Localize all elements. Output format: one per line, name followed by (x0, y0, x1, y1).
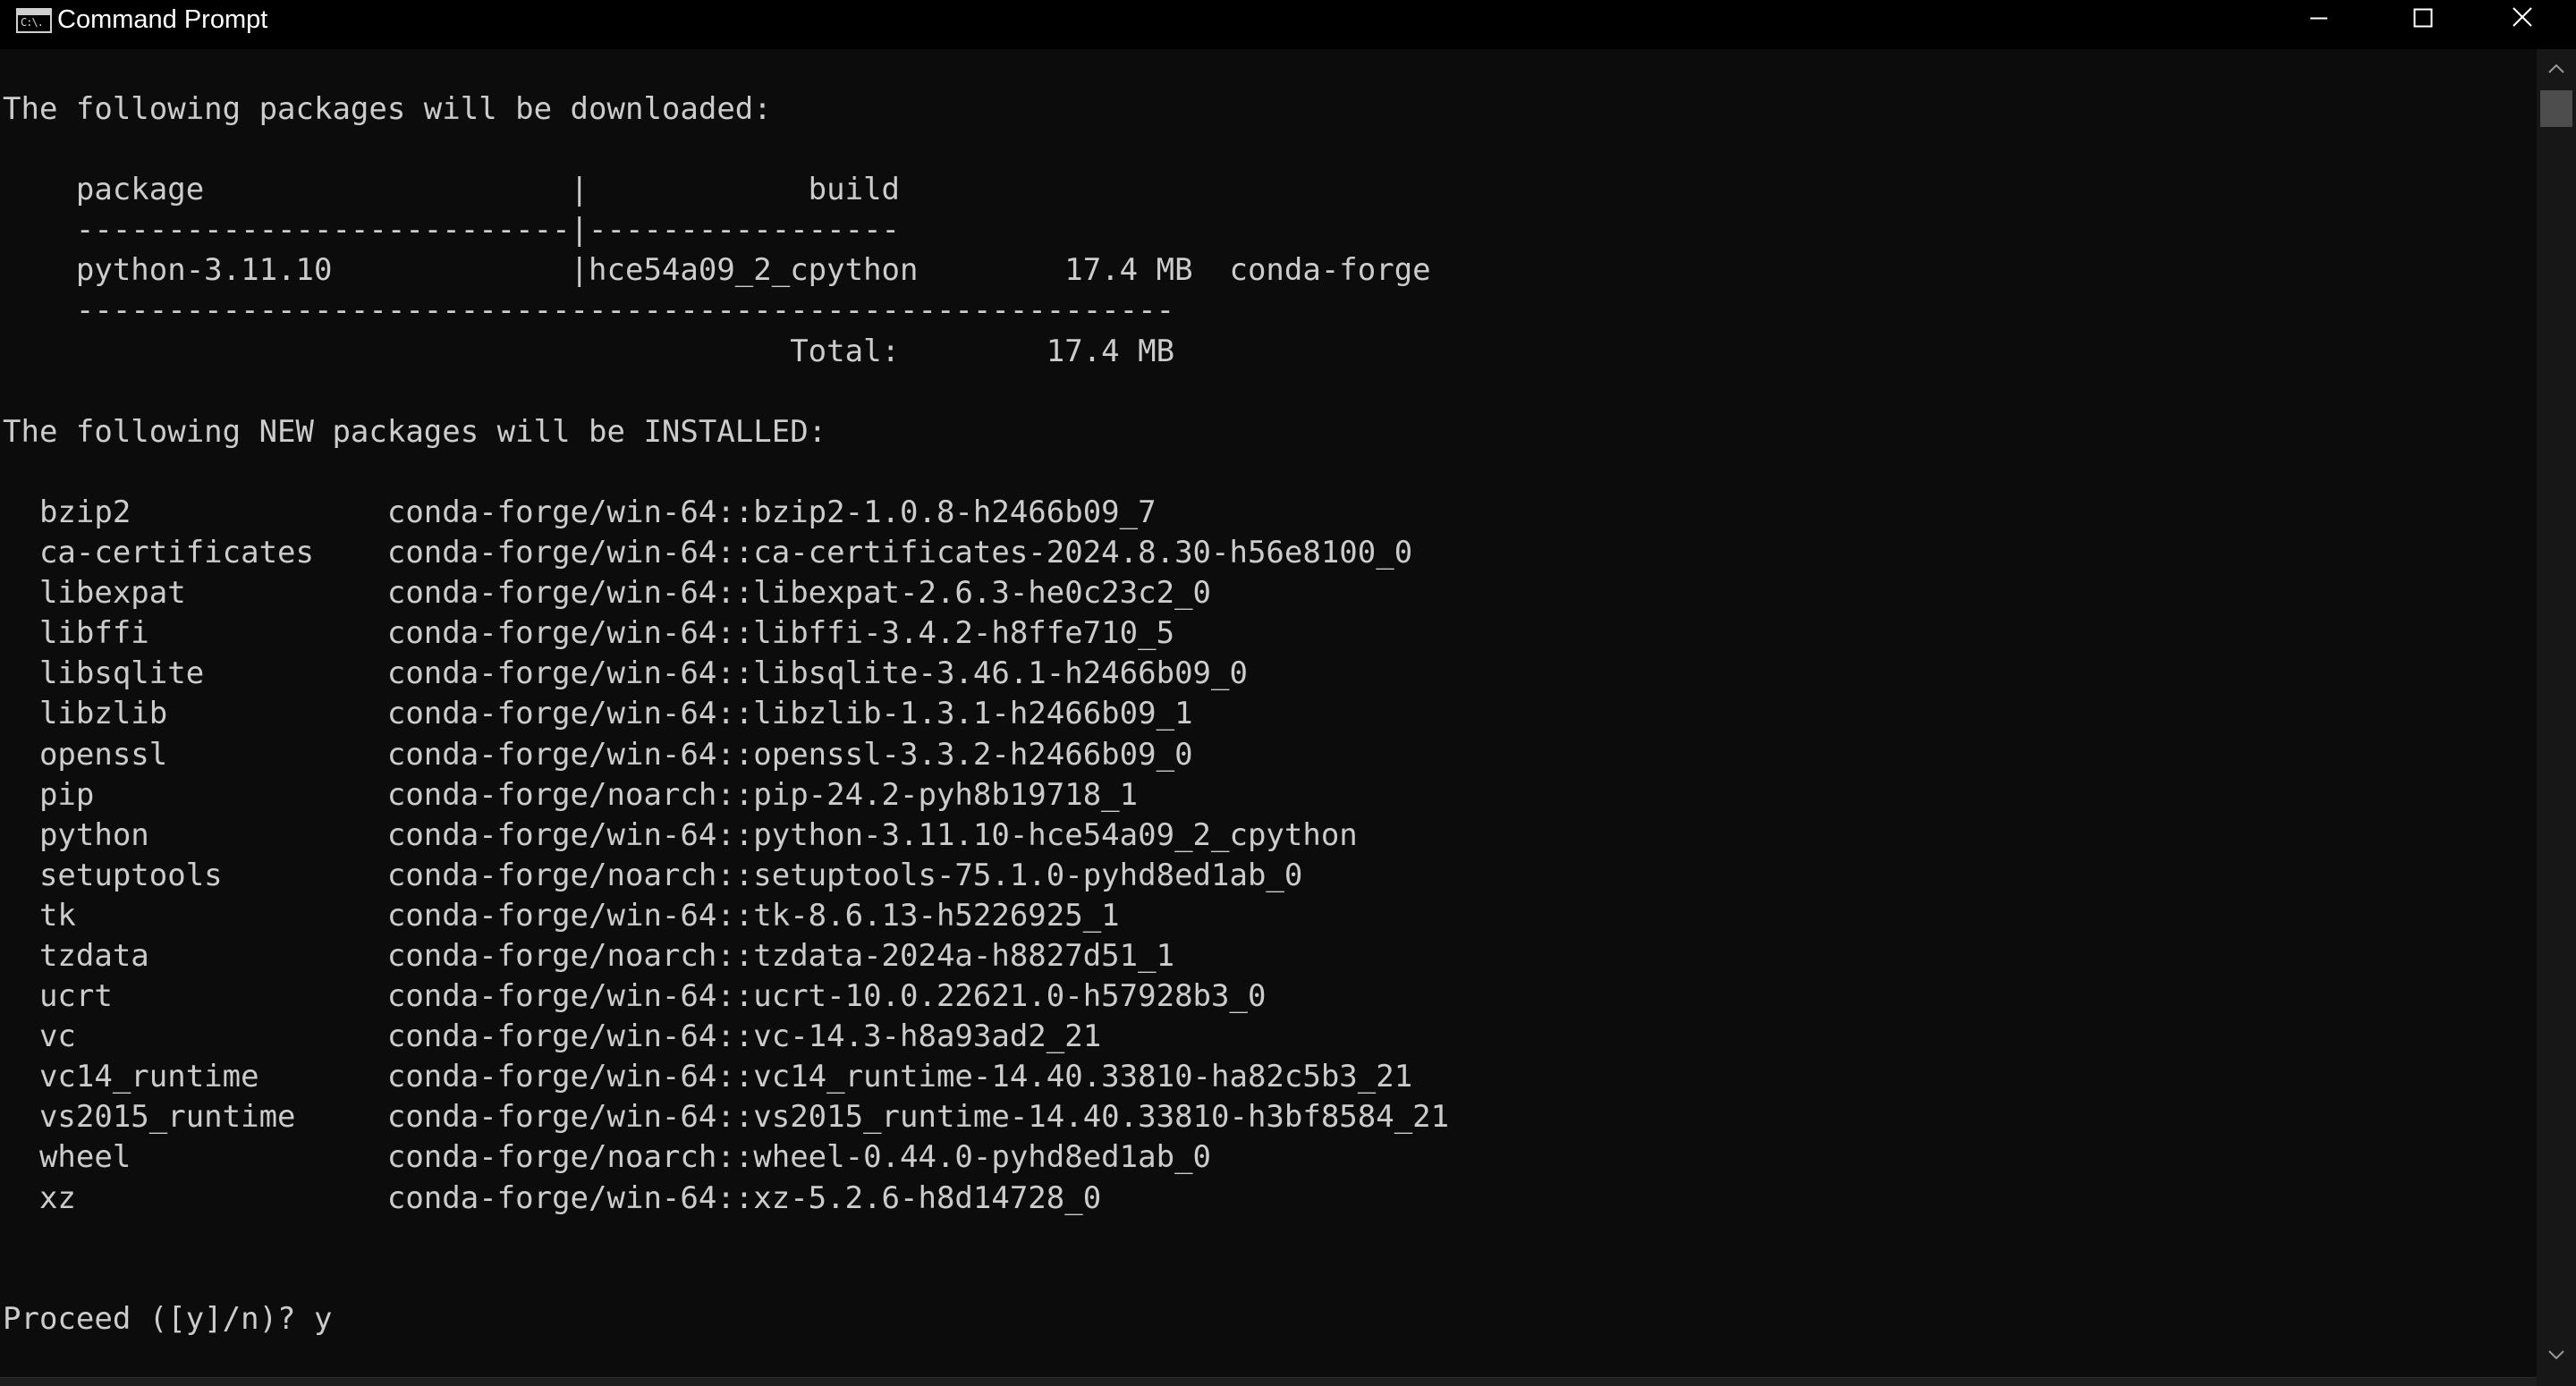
console-line: The following packages will be downloade… (3, 91, 772, 127)
minimize-button[interactable] (2263, 0, 2367, 39)
console-line: vc conda-forge/win-64::vc-14.3-h8a93ad2_… (3, 1018, 1102, 1055)
maximize-button[interactable] (2367, 0, 2470, 39)
console-output-area[interactable]: The following packages will be downloade… (0, 49, 2537, 1382)
scrollbar-thumb[interactable] (2540, 90, 2572, 127)
scroll-up-arrow-icon (2548, 63, 2564, 73)
window-title: Command Prompt (57, 5, 268, 34)
console-line: ----------------------------------------… (3, 292, 1175, 329)
console-app-icon[interactable]: C:\. (16, 8, 52, 33)
console-line: libsqlite conda-forge/win-64::libsqlite-… (3, 655, 1248, 692)
console-line: xz conda-forge/win-64::xz-5.2.6-h8d14728… (3, 1179, 1102, 1216)
console-line: package | build (3, 172, 901, 208)
console-line: Proceed ([y]/n)? y (3, 1300, 333, 1337)
icon-label: C:\. (21, 16, 44, 29)
vertical-scrollbar[interactable] (2537, 49, 2576, 1386)
console-line: libexpat conda-forge/win-64::libexpat-2.… (3, 575, 1212, 612)
console-line: ucrt conda-forge/win-64::ucrt-10.0.22621… (3, 978, 1267, 1015)
console-line: bzip2 conda-forge/win-64::bzip2-1.0.8-h2… (3, 494, 1157, 530)
console-line: tzdata conda-forge/noarch::tzdata-2024a-… (3, 937, 1175, 974)
console-line: Total: 17.4 MB (3, 333, 1175, 369)
console-line: tk conda-forge/win-64::tk-8.6.13-h522692… (3, 897, 1120, 934)
console-line: ---------------------------|------------… (3, 212, 901, 249)
console-text[interactable]: The following packages will be downloade… (3, 89, 1449, 1340)
console-line: libffi conda-forge/win-64::libffi-3.4.2-… (3, 615, 1175, 652)
console-line: openssl conda-forge/win-64::openssl-3.3.… (3, 736, 1193, 773)
console-line: ca-certificates conda-forge/win-64::ca-c… (3, 535, 1413, 571)
close-button[interactable] (2470, 0, 2574, 39)
console-line: pip conda-forge/noarch::pip-24.2-pyh8b19… (3, 776, 1139, 813)
console-line: python-3.11.10 |hce54a09_2_cpython 17.4 … (3, 252, 1431, 289)
scroll-down-button[interactable] (2537, 1337, 2576, 1373)
console-line: setuptools conda-forge/noarch::setuptool… (3, 857, 1303, 893)
console-line: libzlib conda-forge/win-64::libzlib-1.3.… (3, 696, 1193, 732)
console-line: wheel conda-forge/noarch::wheel-0.44.0-p… (3, 1139, 1212, 1176)
background-window-edge (0, 1377, 2537, 1386)
minimize-icon (2310, 17, 2327, 20)
command-prompt-window: C:\. Command Prompt The following packag… (0, 0, 2576, 1386)
scroll-up-button[interactable] (2537, 51, 2576, 87)
console-line: python conda-forge/win-64::python-3.11.1… (3, 816, 1358, 853)
maximize-icon (2413, 8, 2433, 28)
title-bar[interactable]: C:\. Command Prompt (0, 0, 2576, 49)
console-line: vs2015_runtime conda-forge/win-64::vs201… (3, 1099, 1450, 1136)
icon-titlebar-strip (18, 10, 50, 15)
console-line: vc14_runtime conda-forge/win-64::vc14_ru… (3, 1059, 1413, 1095)
close-icon (2512, 7, 2532, 27)
scroll-down-arrow-icon (2548, 1350, 2564, 1360)
console-line: The following NEW packages will be INSTA… (3, 413, 827, 450)
